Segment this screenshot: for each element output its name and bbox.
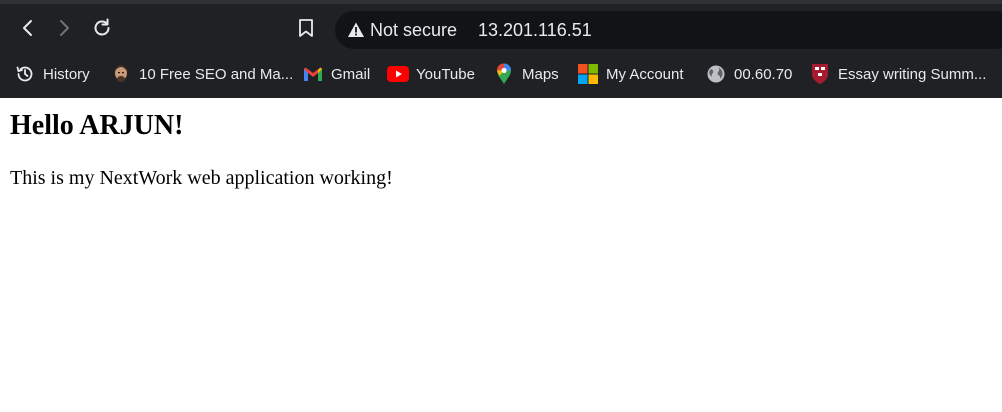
bookmark-maps[interactable]: Maps [493, 61, 559, 87]
url-text[interactable]: 13.201.116.51 [478, 19, 592, 41]
bookmark-icon [299, 19, 313, 37]
bookmark-essay-writing[interactable]: Essay writing Summ... [809, 61, 986, 87]
page-content: Hello ARJUN! This is my NextWork web app… [10, 98, 990, 190]
bookmark-history[interactable]: History [14, 61, 90, 87]
bookmark-label: 00.60.70 [734, 65, 793, 83]
bookmark-label: History [43, 65, 90, 83]
bookmark-006070[interactable]: 00.60.70 [705, 61, 792, 87]
bookmark-seo[interactable]: 10 Free SEO and Ma... [110, 61, 293, 87]
address-bar[interactable]: Not secure 13.201.116.51 [335, 11, 1002, 49]
youtube-icon [387, 63, 409, 85]
bookmark-label: Maps [522, 65, 559, 83]
globe-icon [705, 63, 727, 85]
history-icon [14, 63, 36, 85]
forward-arrow-icon [60, 20, 69, 36]
back-button[interactable] [12, 12, 44, 44]
page-body-text: This is my NextWork web application work… [10, 167, 393, 189]
page-heading: Hello ARJUN! [10, 110, 184, 141]
bookmark-label: My Account [606, 65, 684, 83]
bookmark-youtube[interactable]: YouTube [387, 61, 475, 87]
browser-chrome: Not secure 13.201.116.51 History 10 Free… [0, 0, 1002, 98]
bookmark-label: YouTube [416, 65, 475, 83]
forward-button[interactable] [48, 12, 80, 44]
bookmarks-bar: History 10 Free SEO and Ma... Gmail YouT… [0, 52, 1002, 98]
security-status[interactable]: Not secure [370, 19, 457, 41]
bookmark-my-account[interactable]: My Account [577, 61, 684, 87]
bookmark-label: Gmail [331, 65, 371, 83]
gmail-icon [302, 63, 324, 85]
bookmark-label: Essay writing Summ... [838, 65, 987, 83]
maps-pin-icon [493, 63, 515, 85]
bookmark-label: 10 Free SEO and Ma... [139, 65, 294, 83]
harvard-shield-icon [809, 63, 831, 85]
reload-button[interactable] [86, 12, 118, 44]
reload-icon [94, 18, 110, 36]
bookmark-gmail[interactable]: Gmail [302, 61, 370, 87]
person-avatar-icon [110, 63, 132, 85]
back-arrow-icon [23, 20, 32, 36]
bookmark-page-button[interactable] [290, 12, 322, 44]
warning-triangle-icon [348, 22, 364, 37]
browser-toolbar: Not secure 13.201.116.51 [0, 4, 1002, 52]
microsoft-icon [577, 63, 599, 85]
